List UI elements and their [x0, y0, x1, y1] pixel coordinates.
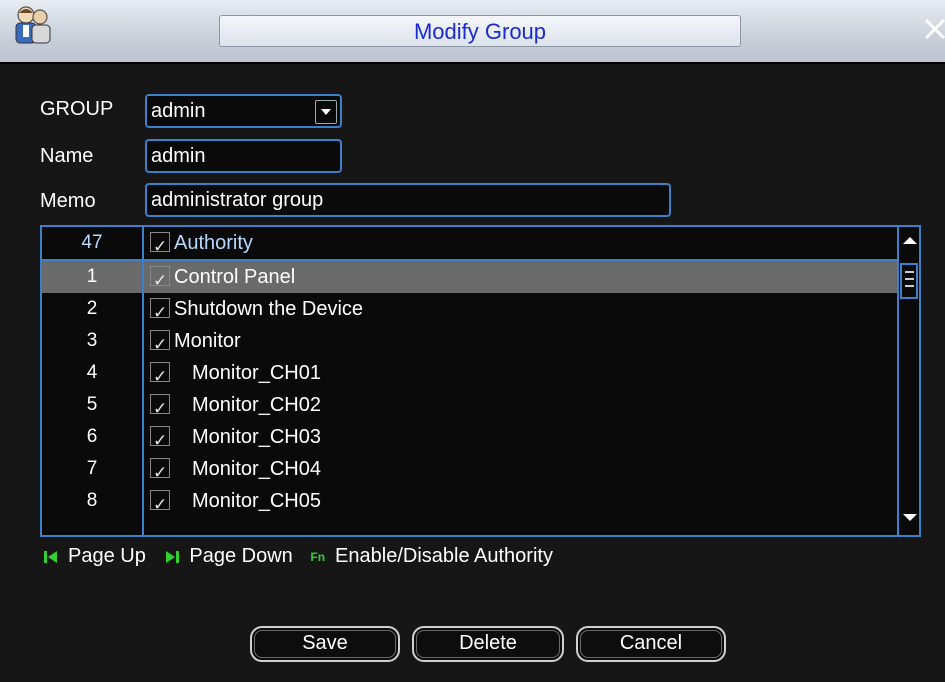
checkbox-icon[interactable]	[150, 393, 170, 425]
authority-header: Authority	[150, 227, 253, 263]
fn-key-icon: Fn	[310, 549, 326, 564]
row-label: Monitor_CH01	[150, 357, 321, 393]
enable-disable-hint: Enable/Disable Authority	[335, 545, 553, 568]
row-label-text: Monitor_CH05	[192, 490, 321, 512]
delete-button[interactable]: Delete	[412, 626, 564, 662]
checkbox-icon[interactable]	[150, 297, 170, 329]
checkbox-icon[interactable]	[150, 329, 170, 361]
title-bar: Modify Group	[0, 0, 945, 64]
key-hints: Page Up Page Down Fn Enable/Disable Autho…	[42, 545, 553, 568]
row-label-text: Monitor_CH04	[192, 458, 321, 480]
row-number: 6	[86, 426, 98, 447]
checkbox-icon[interactable]	[150, 265, 170, 297]
checkbox-icon[interactable]	[150, 489, 170, 521]
name-field[interactable]: admin	[145, 139, 342, 173]
row-label: Shutdown the Device	[150, 293, 364, 329]
scroll-down-icon[interactable]	[903, 514, 917, 521]
group-dropdown-value: admin	[151, 100, 206, 122]
row-number: 7	[86, 458, 98, 479]
scroll-up-icon[interactable]	[903, 237, 917, 244]
row-label: Monitor	[150, 325, 241, 361]
table-header-row[interactable]: 47 Authority	[42, 227, 897, 263]
row-label: Monitor_CH05	[150, 485, 321, 521]
row-label: Monitor_CH03	[150, 421, 321, 457]
memo-field[interactable]: administrator group	[145, 183, 671, 217]
page-up-hint: Page Up	[68, 545, 146, 568]
authority-count: 47	[81, 232, 103, 253]
table-row[interactable]: 8 Monitor_CH05	[42, 485, 897, 521]
checkbox-icon[interactable]	[150, 361, 170, 393]
table-row[interactable]: 3 Monitor	[42, 325, 897, 361]
row-number: 5	[86, 394, 98, 415]
window-title: Modify Group	[219, 15, 741, 47]
checkbox-icon[interactable]	[150, 425, 170, 457]
table-row[interactable]: 6 Monitor_CH03	[42, 421, 897, 457]
row-label-text: Monitor	[174, 330, 241, 352]
row-label: Monitor_CH04	[150, 453, 321, 489]
scroll-thumb[interactable]	[900, 263, 918, 299]
row-label-text: Shutdown the Device	[174, 298, 364, 320]
row-number: 8	[86, 490, 98, 511]
row-label-text: Monitor_CH03	[192, 426, 321, 448]
authority-header-label: Authority	[174, 232, 253, 254]
vertical-scrollbar[interactable]	[897, 227, 919, 535]
group-label: GROUP	[40, 98, 114, 120]
table-row[interactable]: 2 Shutdown the Device	[42, 293, 897, 329]
page-down-hint: Page Down	[189, 545, 293, 568]
cancel-button[interactable]: Cancel	[576, 626, 726, 662]
row-label-text: Monitor_CH02	[192, 394, 321, 416]
group-dropdown[interactable]: admin	[145, 94, 342, 128]
save-button[interactable]: Save	[250, 626, 400, 662]
table-row[interactable]: 1 Control Panel	[42, 261, 897, 297]
row-number: 4	[86, 362, 98, 383]
chevron-down-icon[interactable]	[315, 100, 337, 124]
row-label: Monitor_CH02	[150, 389, 321, 425]
close-icon[interactable]	[922, 16, 945, 42]
row-label: Control Panel	[150, 261, 296, 297]
table-row[interactable]: 7 Monitor_CH04	[42, 453, 897, 489]
users-icon	[15, 6, 51, 44]
row-label-text: Control Panel	[174, 266, 296, 288]
row-number: 1	[86, 266, 98, 287]
table-row[interactable]: 5 Monitor_CH02	[42, 389, 897, 425]
table-row[interactable]: 4 Monitor_CH01	[42, 357, 897, 393]
memo-label: Memo	[40, 190, 96, 212]
page-up-icon	[44, 550, 57, 563]
row-number: 3	[86, 330, 98, 351]
page-down-icon	[166, 550, 180, 563]
authority-table: 47 Authority 1 Control Panel 2 Shutdown …	[40, 225, 921, 537]
row-number: 2	[86, 298, 98, 319]
row-label-text: Monitor_CH01	[192, 362, 321, 384]
column-divider	[142, 227, 144, 535]
name-label: Name	[40, 145, 94, 167]
checkbox-icon[interactable]	[150, 457, 170, 489]
checkbox-icon[interactable]	[150, 231, 170, 263]
